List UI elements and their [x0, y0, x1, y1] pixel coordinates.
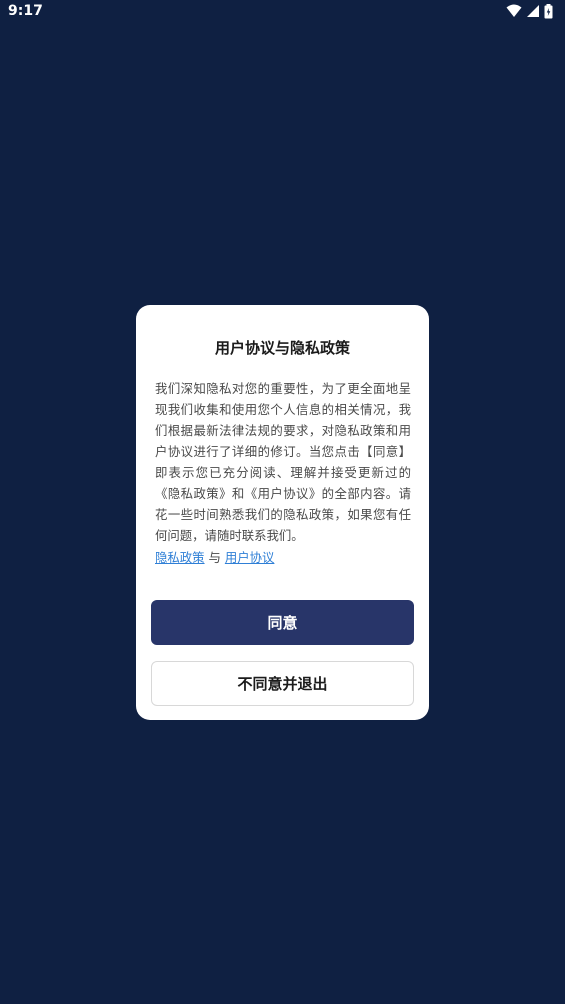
- agree-button-label: 同意: [267, 614, 298, 632]
- privacy-policy-link[interactable]: 隐私政策: [155, 550, 205, 565]
- links-connector: 与: [208, 550, 221, 565]
- disagree-exit-button[interactable]: 不同意并退出: [151, 661, 414, 706]
- dialog-title: 用户协议与隐私政策: [214, 339, 350, 357]
- agree-button[interactable]: 同意: [151, 600, 414, 645]
- signal-icon: [527, 5, 539, 17]
- battery-icon: [544, 3, 553, 18]
- policy-links: 隐私政策 与 用户协议: [155, 548, 274, 566]
- wifi-icon: [506, 4, 522, 17]
- privacy-dialog: 用户协议与隐私政策 我们深知隐私对您的重要性，为了更全面地呈现我们收集和使用您个…: [136, 305, 429, 720]
- user-agreement-link[interactable]: 用户协议: [225, 550, 275, 565]
- status-icons: [506, 3, 553, 19]
- disagree-button-label: 不同意并退出: [237, 675, 328, 693]
- status-bar: 9:17: [0, 0, 565, 24]
- status-time: 9:17: [8, 3, 43, 19]
- dialog-body-text: 我们深知隐私对您的重要性，为了更全面地呈现我们收集和使用您个人信息的相关情况，我…: [155, 381, 411, 543]
